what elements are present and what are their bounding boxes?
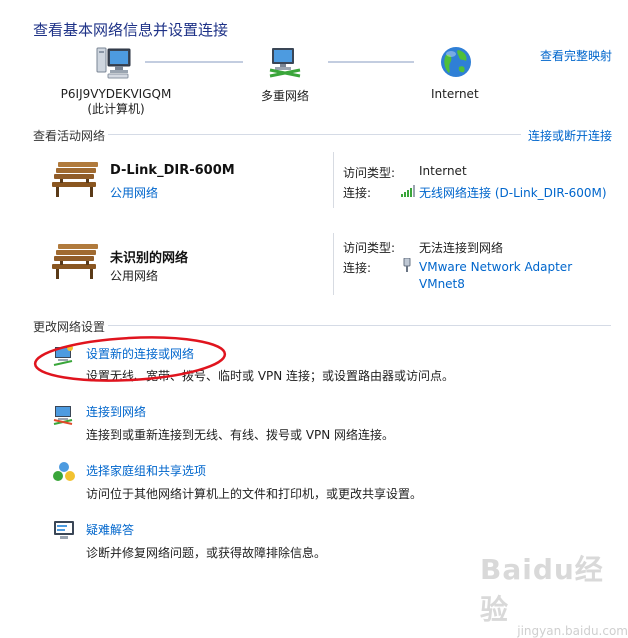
- connect-disconnect-link[interactable]: 连接或断开连接: [528, 127, 612, 144]
- multiple-networks-label: 多重网络: [261, 89, 310, 103]
- network-name: D-Link_DIR-600M: [110, 163, 235, 178]
- computer-icon: [96, 47, 131, 79]
- connect-to-network-link[interactable]: 连接到网络: [86, 403, 146, 420]
- access-type-value: Internet: [419, 164, 467, 178]
- internet-label: Internet: [431, 87, 479, 101]
- public-network-bench-icon: [52, 244, 98, 279]
- map-connector-line: [145, 61, 243, 63]
- column-divider: [333, 152, 334, 208]
- page-title: 查看基本网络信息并设置连接: [33, 21, 229, 39]
- baidu-watermark: Baidu经验 jingyan.baidu.com: [480, 553, 628, 638]
- wireless-connection-link[interactable]: 无线网络连接 (D-Link_DIR-600M): [419, 184, 607, 201]
- change-settings-heading: 更改网络设置: [33, 320, 106, 334]
- network-type-text: 公用网络: [110, 269, 159, 283]
- connection-label: 连接:: [343, 261, 372, 275]
- access-type-label: 访问类型:: [343, 241, 396, 255]
- task-description: 连接到或重新连接到无线、有线、拨号或 VPN 网络连接。: [86, 428, 395, 442]
- vmware-adapter-link[interactable]: VMware Network Adapter VMnet8: [419, 259, 572, 293]
- network-type-link[interactable]: 公用网络: [110, 184, 158, 201]
- task-description: 诊断并修复网络问题，或获得故障排除信息。: [86, 546, 327, 560]
- public-network-bench-icon: [52, 162, 98, 197]
- section-divider: [108, 325, 611, 326]
- troubleshoot-link[interactable]: 疑难解答: [86, 521, 134, 538]
- connect-network-icon: [53, 406, 73, 425]
- homegroup-sharing-link[interactable]: 选择家庭组和共享选项: [86, 462, 206, 479]
- view-full-map-link[interactable]: 查看完整映射: [540, 47, 612, 64]
- access-type-label: 访问类型:: [343, 166, 396, 180]
- active-networks-heading: 查看活动网络: [33, 129, 106, 143]
- access-type-value: 无法连接到网络: [419, 241, 504, 255]
- multiple-networks-icon: [269, 48, 301, 78]
- annotation-ellipse: [33, 336, 227, 382]
- task-description: 访问位于其他网络计算机上的文件和打印机，或更改共享设置。: [86, 487, 423, 501]
- section-divider: [108, 134, 521, 135]
- homegroup-icon: [53, 462, 75, 481]
- wireless-signal-icon: [401, 185, 415, 197]
- network-name: 未识别的网络: [110, 251, 189, 266]
- computer-name: P6IJ9VYDEKVIGQM (此计算机): [60, 87, 172, 116]
- network-adapter-icon: [403, 258, 411, 272]
- map-connector-line: [328, 61, 414, 63]
- internet-globe-icon: [441, 47, 471, 77]
- connection-label: 连接:: [343, 186, 372, 200]
- troubleshoot-icon: [54, 521, 74, 539]
- column-divider: [333, 233, 334, 295]
